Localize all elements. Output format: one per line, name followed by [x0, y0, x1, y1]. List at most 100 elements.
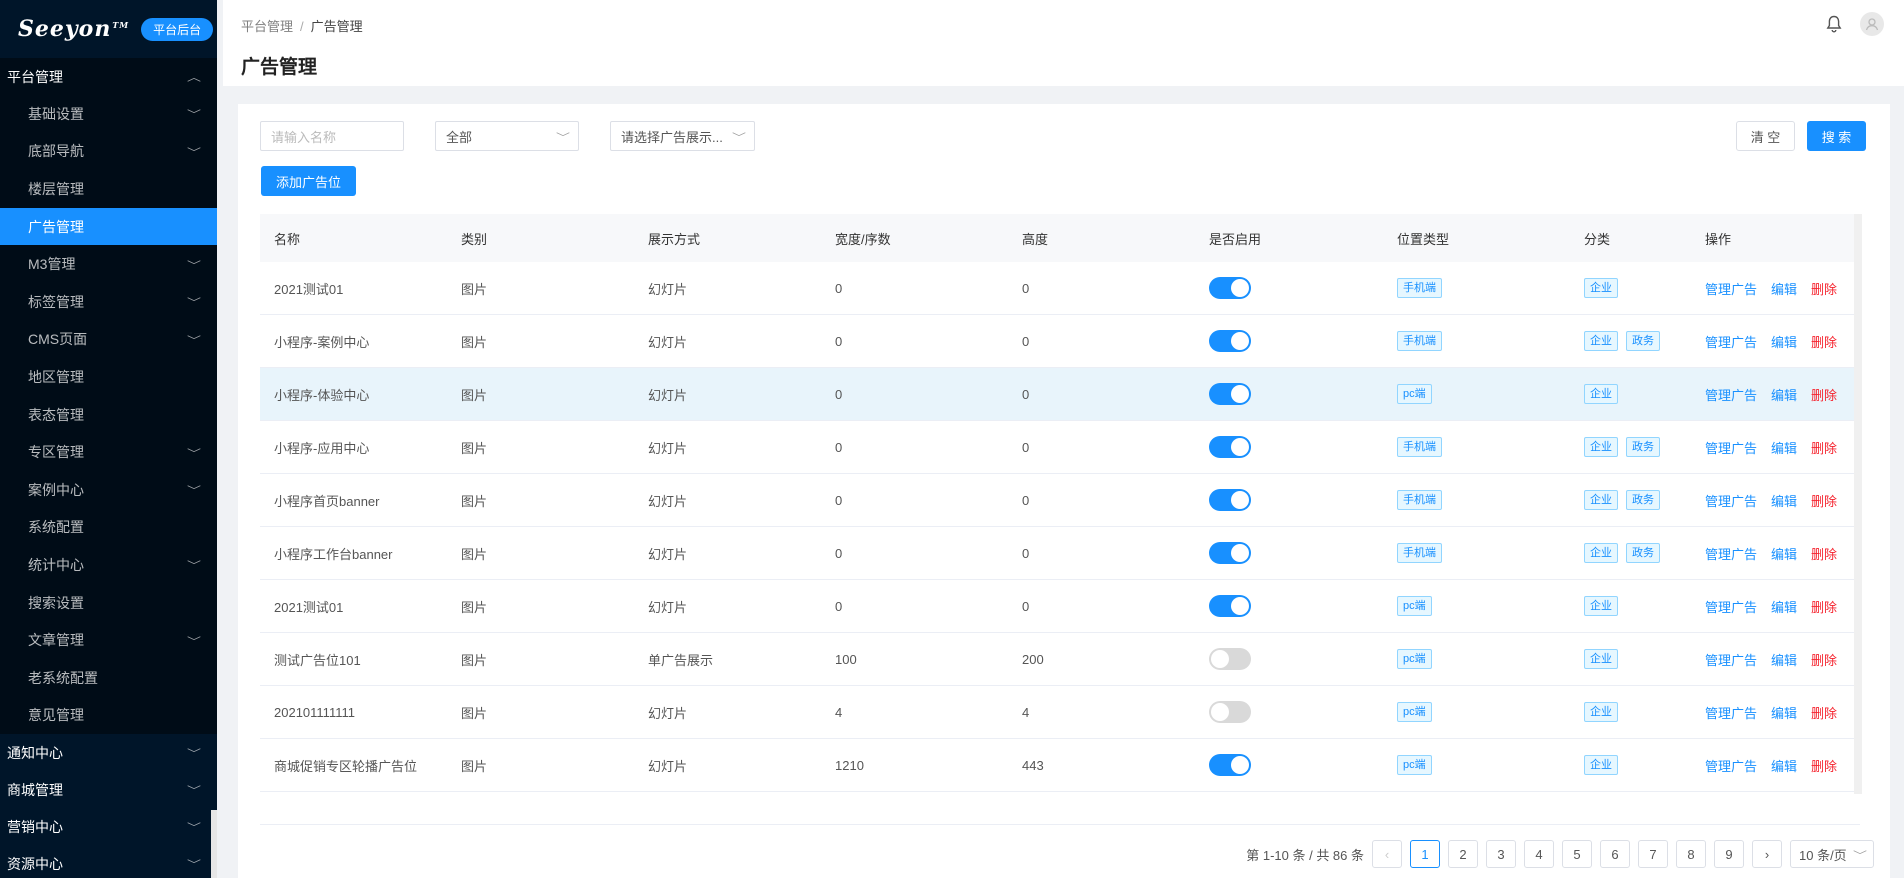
name-search-input[interactable]: 请输入名称 — [260, 121, 404, 151]
display-mode-select[interactable]: 请选择广告展示... ﹀ — [610, 121, 755, 151]
add-ad-slot-button[interactable]: 添加广告位 — [261, 166, 356, 196]
sidebar-group[interactable]: 通知中心 ﹀ — [0, 734, 217, 771]
sidebar-item[interactable]: 地区管理 — [0, 358, 217, 396]
chevron-up-icon: ︿ — [187, 73, 201, 84]
sidebar-item[interactable]: 统计中心 ﹀ — [0, 546, 217, 584]
edit-link[interactable]: 编辑 — [1771, 335, 1797, 350]
manage-ads-link[interactable]: 管理广告 — [1705, 388, 1757, 403]
enabled-toggle[interactable] — [1209, 754, 1251, 776]
manage-ads-link[interactable]: 管理广告 — [1705, 600, 1757, 615]
sidebar-item[interactable]: 系统配置 — [0, 509, 217, 547]
enabled-toggle[interactable] — [1209, 648, 1251, 670]
sidebar-group[interactable]: 资源中心 ﹀ — [0, 845, 217, 878]
edit-link[interactable]: 编辑 — [1771, 600, 1797, 615]
breadcrumb-item-platform[interactable]: 平台管理 — [241, 19, 293, 34]
category-tag: 企业 — [1584, 331, 1618, 351]
chevron-down-icon: ﹀ — [187, 636, 201, 648]
manage-ads-link[interactable]: 管理广告 — [1705, 494, 1757, 509]
sidebar-item[interactable]: CMS页面 ﹀ — [0, 321, 217, 359]
sidebar-group[interactable]: 商城管理 ﹀ — [0, 771, 217, 808]
sidebar-item[interactable]: 广告管理 — [0, 207, 217, 246]
cell-display: 幻灯片 — [648, 546, 688, 562]
manage-ads-link[interactable]: 管理广告 — [1705, 441, 1757, 456]
enabled-toggle[interactable] — [1209, 542, 1251, 564]
cell-enabled — [1195, 489, 1383, 511]
edit-link[interactable]: 编辑 — [1771, 282, 1797, 297]
sidebar-item-label: 老系统配置 — [28, 669, 98, 686]
enabled-toggle[interactable] — [1209, 436, 1251, 458]
manage-ads-link[interactable]: 管理广告 — [1705, 547, 1757, 562]
sidebar-item-label: 专区管理 — [28, 444, 84, 461]
category-tag: 企业 — [1584, 596, 1618, 616]
search-button[interactable]: 搜 索 — [1807, 121, 1866, 151]
page-button[interactable]: 1 — [1410, 840, 1440, 868]
edit-link[interactable]: 编辑 — [1771, 494, 1797, 509]
bell-icon[interactable] — [1824, 13, 1844, 35]
sidebar-item[interactable]: 案例中心 ﹀ — [0, 471, 217, 509]
enabled-toggle[interactable] — [1209, 595, 1251, 617]
delete-link[interactable]: 删除 — [1811, 600, 1837, 615]
cell-width: 0 — [835, 386, 843, 402]
page-button[interactable]: 2 — [1448, 840, 1478, 868]
edit-link[interactable]: 编辑 — [1771, 388, 1797, 403]
sidebar-item[interactable]: M3管理 ﹀ — [0, 245, 217, 283]
sidebar-item[interactable]: 底部导航 ﹀ — [0, 133, 217, 171]
delete-link[interactable]: 删除 — [1811, 441, 1837, 456]
sidebar-item[interactable]: 专区管理 ﹀ — [0, 433, 217, 471]
column-header: 名称 — [274, 231, 301, 247]
sidebar-item[interactable]: 老系统配置 — [0, 659, 217, 697]
delete-link[interactable]: 删除 — [1811, 494, 1837, 509]
manage-ads-link[interactable]: 管理广告 — [1705, 653, 1757, 668]
next-page-button[interactable]: › — [1752, 840, 1782, 868]
table-scrollbar[interactable] — [1854, 214, 1862, 794]
enabled-toggle[interactable] — [1209, 330, 1251, 352]
delete-link[interactable]: 删除 — [1811, 759, 1837, 774]
cell-position: 手机端 — [1383, 331, 1570, 351]
enabled-toggle[interactable] — [1209, 383, 1251, 405]
manage-ads-link[interactable]: 管理广告 — [1705, 282, 1757, 297]
cell-height: 0 — [1022, 386, 1030, 402]
sidebar-item[interactable]: 表态管理 — [0, 396, 217, 434]
cell-categories: 企业 — [1570, 649, 1691, 669]
sidebar-group-platform[interactable]: 平台管理 ︿ — [0, 58, 217, 95]
sidebar-item-label: 搜索设置 — [28, 594, 84, 611]
page-button[interactable]: 7 — [1638, 840, 1668, 868]
delete-link[interactable]: 删除 — [1811, 653, 1837, 668]
user-avatar[interactable] — [1860, 12, 1884, 36]
enabled-toggle[interactable] — [1209, 701, 1251, 723]
sidebar-item[interactable]: 标签管理 ﹀ — [0, 283, 217, 321]
edit-link[interactable]: 编辑 — [1771, 653, 1797, 668]
delete-link[interactable]: 删除 — [1811, 335, 1837, 350]
delete-link[interactable]: 删除 — [1811, 282, 1837, 297]
edit-link[interactable]: 编辑 — [1771, 547, 1797, 562]
sidebar-item[interactable]: 楼层管理 — [0, 170, 217, 208]
page-button[interactable]: 6 — [1600, 840, 1630, 868]
page-button[interactable]: 9 — [1714, 840, 1744, 868]
enabled-toggle[interactable] — [1209, 489, 1251, 511]
table-horizontal-scrollbar[interactable] — [260, 824, 1860, 825]
page-button[interactable]: 8 — [1676, 840, 1706, 868]
edit-link[interactable]: 编辑 — [1771, 759, 1797, 774]
sidebar-item[interactable]: 文章管理 ﹀ — [0, 621, 217, 659]
sidebar-group[interactable]: 营销中心 ﹀ — [0, 808, 217, 845]
delete-link[interactable]: 删除 — [1811, 388, 1837, 403]
sidebar-scrollbar[interactable] — [211, 810, 217, 878]
sidebar-item[interactable]: 搜索设置 — [0, 584, 217, 622]
manage-ads-link[interactable]: 管理广告 — [1705, 335, 1757, 350]
category-select[interactable]: 全部 ﹀ — [435, 121, 579, 151]
sidebar-item[interactable]: 意见管理 — [0, 697, 217, 735]
edit-link[interactable]: 编辑 — [1771, 441, 1797, 456]
sidebar-item[interactable]: 基础设置 ﹀ — [0, 95, 217, 133]
edit-link[interactable]: 编辑 — [1771, 706, 1797, 721]
delete-link[interactable]: 删除 — [1811, 706, 1837, 721]
prev-page-button[interactable]: ‹ — [1372, 840, 1402, 868]
page-size-select[interactable]: 10 条/页 ﹀ — [1790, 840, 1874, 868]
delete-link[interactable]: 删除 — [1811, 547, 1837, 562]
manage-ads-link[interactable]: 管理广告 — [1705, 759, 1757, 774]
manage-ads-link[interactable]: 管理广告 — [1705, 706, 1757, 721]
page-button[interactable]: 3 — [1486, 840, 1516, 868]
clear-button[interactable]: 清 空 — [1736, 121, 1795, 151]
page-button[interactable]: 4 — [1524, 840, 1554, 868]
enabled-toggle[interactable] — [1209, 277, 1251, 299]
page-button[interactable]: 5 — [1562, 840, 1592, 868]
